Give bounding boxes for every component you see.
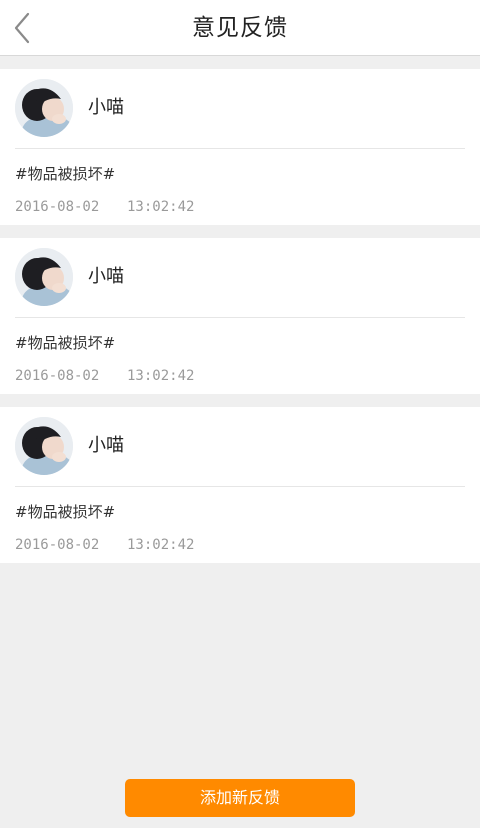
user-row: 小喵 — [0, 69, 480, 148]
feedback-date: 2016-08-02 — [15, 537, 100, 553]
user-row: 小喵 — [0, 238, 480, 317]
user-avatar-photo-icon — [15, 417, 73, 475]
avatar — [15, 417, 73, 475]
feedback-time: 13:02:42 — [127, 199, 195, 215]
username: 小喵 — [88, 97, 124, 118]
avatar — [15, 79, 73, 137]
feedback-time: 13:02:42 — [127, 368, 195, 384]
feedback-topic: #物品被损坏# — [15, 334, 116, 352]
feedback-date: 2016-08-02 — [15, 199, 100, 215]
feedback-card[interactable]: 小喵 #物品被损坏# 2016-08-02 13:02:42 — [0, 407, 480, 563]
feedback-card[interactable]: 小喵 #物品被损坏# 2016-08-02 13:02:42 — [0, 69, 480, 225]
feedback-topic: #物品被损坏# — [15, 503, 116, 521]
top-bar: 意见反馈 — [0, 0, 480, 56]
avatar — [15, 248, 73, 306]
feedback-list: 小喵 #物品被损坏# 2016-08-02 13:02:42 小喵 #物品被损坏… — [0, 69, 480, 576]
user-avatar-photo-icon — [15, 248, 73, 306]
add-feedback-button[interactable]: 添加新反馈 — [125, 779, 355, 817]
divider — [15, 486, 465, 487]
page-title: 意见反馈 — [192, 15, 288, 41]
feedback-date: 2016-08-02 — [15, 368, 100, 384]
divider — [15, 317, 465, 318]
user-avatar-photo-icon — [15, 79, 73, 137]
feedback-card[interactable]: 小喵 #物品被损坏# 2016-08-02 13:02:42 — [0, 238, 480, 394]
feedback-time: 13:02:42 — [127, 537, 195, 553]
user-row: 小喵 — [0, 407, 480, 486]
feedback-topic: #物品被损坏# — [15, 165, 116, 183]
divider — [15, 148, 465, 149]
username: 小喵 — [88, 266, 124, 287]
username: 小喵 — [88, 435, 124, 456]
